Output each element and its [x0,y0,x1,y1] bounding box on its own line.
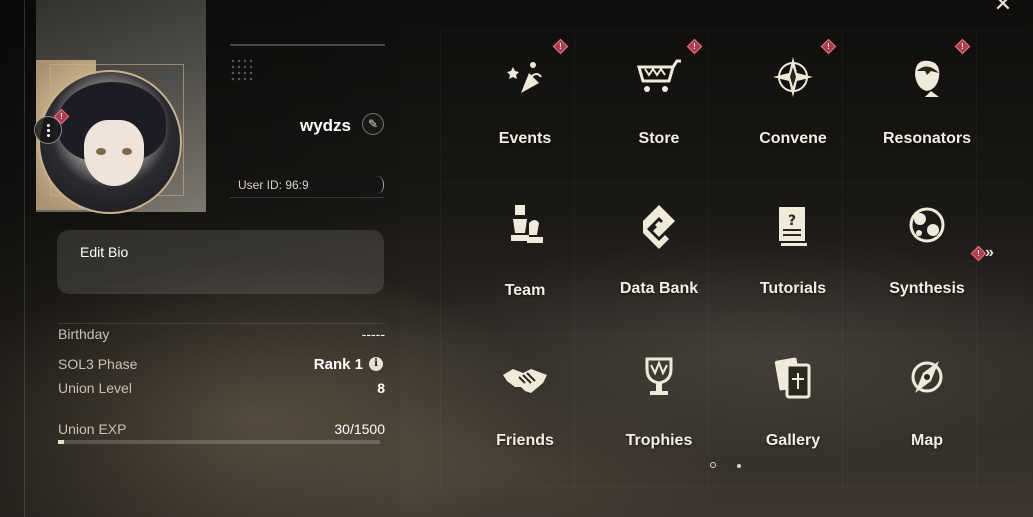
synthesis-icon [902,202,952,252]
stat-value: 8 [377,380,385,396]
union-exp-bar [58,440,380,444]
dot-icon [46,133,50,137]
page-indicator-1[interactable] [710,462,716,468]
stat-label: Union Level [58,380,132,396]
username: wydzs [300,116,352,135]
panel-divider [24,0,25,517]
stat-value: ----- [361,326,385,342]
menu-label: Map [911,432,943,449]
handshake-icon [500,354,550,404]
avatar-face [84,120,144,186]
compass-star-icon [768,52,818,102]
dot-icon [46,123,50,127]
menu-label: Trophies [625,432,693,449]
stat-row-union-exp: Union EXP 30/1500 [58,421,385,441]
stat-label: Union EXP [58,421,127,437]
menu-item-data-bank[interactable]: Data Bank [592,202,726,322]
svg-text:?: ? [788,213,796,229]
edit-bio-button[interactable]: Edit Bio [57,230,384,294]
menu-label: Team [504,282,546,299]
tutorial-book-icon: ? [768,202,818,252]
cards-icon [768,354,818,404]
close-icon: ✕ [993,0,1013,16]
menu-label: Convene [759,130,827,147]
stat-row-birthday: Birthday ----- [58,326,385,346]
pencil-icon: ✎ [367,117,379,131]
menu-label: Tutorials [759,280,827,297]
events-icon [500,52,550,102]
stat-label: SOL3 Phase [58,356,138,372]
avatar-eye-left [96,148,106,155]
menu-label: Friends [496,432,554,449]
menu-item-map[interactable]: Map [860,354,994,474]
copy-id-icon[interactable] [370,176,384,194]
menu-item-synthesis[interactable]: Synthesis [860,202,994,322]
stat-value: Rank 1 [313,356,363,373]
union-exp-fill [58,440,65,444]
cart-icon [634,52,684,102]
menu-item-store[interactable]: Store [592,52,726,172]
menu-label: Gallery [765,432,821,449]
page-indicator-2[interactable] [737,464,741,468]
menu-label: Resonators [882,130,972,147]
menu-label: Synthesis [889,280,965,297]
menu-item-events[interactable]: Events [458,52,592,172]
stat-label: Birthday [58,326,110,342]
map-compass-icon [902,354,952,404]
info-icon[interactable]: i [369,357,383,371]
chess-pieces-icon [500,202,550,252]
stat-row-sol3-phase: SOL3 Phase Rank 1 [58,356,363,376]
menu-item-team[interactable]: Team [458,202,592,322]
user-id-field: User ID: 96:9 [230,172,385,198]
close-button[interactable]: ✕ [988,0,1018,16]
menu-item-friends[interactable]: Friends [458,354,592,474]
edit-bio-label: Edit Bio [80,244,129,260]
stats-divider [58,323,385,324]
menu-item-convene[interactable]: Convene [726,52,860,172]
dot-grid-decoration [230,58,254,82]
menu-label: Store [638,130,680,147]
user-id-label: User ID: 96:9 [238,178,309,192]
edit-name-button[interactable]: ✎ [362,113,384,135]
menu-item-tutorials[interactable]: ? Tutorials [726,202,860,322]
dot-icon [46,128,50,132]
menu-item-resonators[interactable]: Resonators [860,52,994,172]
chevron-right-icon: » [985,244,994,261]
more-options-button[interactable] [34,116,62,144]
stat-value: 30/1500 [334,421,385,437]
trophy-icon [634,354,684,404]
menu-item-gallery[interactable]: Gallery [726,354,860,474]
header-rule [230,44,385,46]
avatar-eye-right [122,148,132,155]
character-portrait-icon [902,52,952,102]
menu-item-trophies[interactable]: Trophies [592,354,726,474]
avatar[interactable] [38,70,182,214]
menu-label: Data Bank [619,280,699,297]
stat-row-union-level: Union Level 8 [58,380,385,400]
avatar-image [38,70,182,214]
next-page-button[interactable]: » [985,244,1007,264]
menu-label: Events [498,130,552,147]
data-bank-icon [634,202,684,252]
